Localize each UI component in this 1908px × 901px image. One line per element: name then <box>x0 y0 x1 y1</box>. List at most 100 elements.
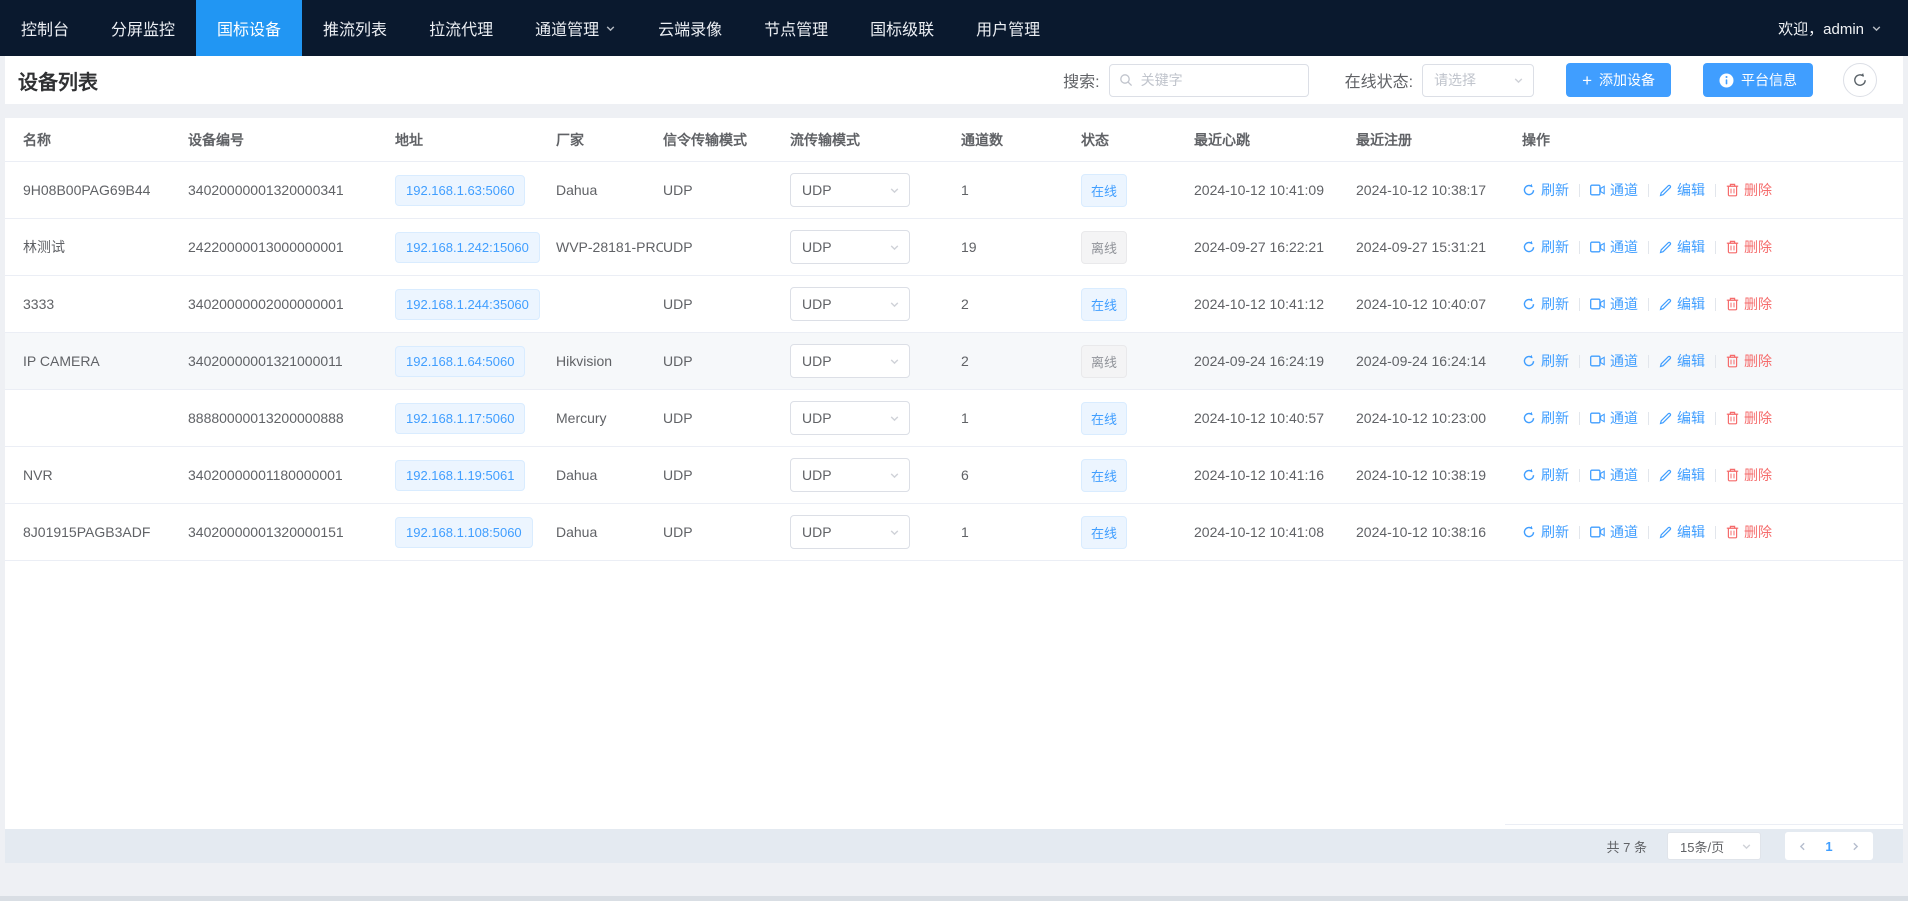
edit-action-button[interactable]: 编辑 <box>1659 351 1705 371</box>
address-tag[interactable]: 192.168.1.244:35060 <box>395 289 540 320</box>
search-label: 搜索: <box>1063 68 1099 92</box>
edit-action-button[interactable]: 编辑 <box>1659 294 1705 314</box>
refresh-action-button[interactable]: 刷新 <box>1522 237 1569 257</box>
table-row: 林测试 24220000013000000001 192.168.1.242:1… <box>5 219 1903 276</box>
refresh-icon <box>1522 240 1536 254</box>
nav-item-user-management[interactable]: 用户管理 <box>955 0 1061 56</box>
delete-action-button[interactable]: 删除 <box>1726 180 1772 200</box>
chevron-down-icon <box>1741 841 1752 852</box>
stream-mode-select[interactable]: UDP <box>790 515 910 549</box>
nav-item-cloud-recording[interactable]: 云端录像 <box>637 0 743 56</box>
action-divider <box>1648 469 1649 482</box>
stream-mode-select[interactable]: UDP <box>790 230 910 264</box>
delete-action-button[interactable]: 删除 <box>1726 465 1772 485</box>
name-cell: 3333 <box>23 296 188 312</box>
column-header-register: 最近注册 <box>1356 130 1522 150</box>
edit-icon <box>1659 298 1672 311</box>
edit-action-button[interactable]: 编辑 <box>1659 237 1705 257</box>
manufacturer-cell: Dahua <box>556 182 663 198</box>
page-size-select[interactable]: 15条/页 <box>1667 832 1761 860</box>
name-cell: 8J01915PAGB3ADF <box>23 524 188 540</box>
stream-mode-select[interactable]: UDP <box>790 458 910 492</box>
refresh-icon <box>1522 525 1536 539</box>
channel-action-button[interactable]: 通道 <box>1590 180 1638 200</box>
nav-item-console[interactable]: 控制台 <box>0 0 90 56</box>
nav-item-pull-stream-proxy[interactable]: 拉流代理 <box>408 0 514 56</box>
platform-info-button[interactable]: 平台信息 <box>1703 63 1813 97</box>
table-header-row: 名称 设备编号 地址 厂家 信令传输模式 流传输模式 通道数 状态 最近心跳 最… <box>5 118 1903 162</box>
channel-action-button[interactable]: 通道 <box>1590 294 1638 314</box>
channel-action-button[interactable]: 通道 <box>1590 408 1638 428</box>
refresh-action-button[interactable]: 刷新 <box>1522 522 1569 542</box>
action-divider <box>1579 355 1580 368</box>
signal-mode-cell: UDP <box>663 296 790 312</box>
refresh-action-button[interactable]: 刷新 <box>1522 294 1569 314</box>
toolbar: 设备列表 搜索: 在线状态: 请选择 + 添加设备 平台信息 <box>5 56 1903 104</box>
channel-action-button[interactable]: 通道 <box>1590 465 1638 485</box>
nav-item-gb-cascade[interactable]: 国标级联 <box>849 0 955 56</box>
online-status-select[interactable]: 请选择 <box>1422 64 1534 97</box>
stream-mode-select[interactable]: UDP <box>790 287 910 321</box>
refresh-action-button[interactable]: 刷新 <box>1522 180 1569 200</box>
status-tag: 在线 <box>1081 174 1127 207</box>
nav-item-node-management[interactable]: 节点管理 <box>743 0 849 56</box>
refresh-list-button[interactable] <box>1843 63 1877 97</box>
device-id-cell: 34020000001321000011 <box>188 353 395 369</box>
next-page-button[interactable] <box>1850 841 1861 852</box>
delete-icon <box>1726 297 1739 311</box>
stream-mode-select[interactable]: UDP <box>790 344 910 378</box>
chevron-down-icon <box>889 299 900 310</box>
nav-item-split-screen[interactable]: 分屏监控 <box>90 0 196 56</box>
address-tag[interactable]: 192.168.1.63:5060 <box>395 175 525 206</box>
nav-item-gb-devices[interactable]: 国标设备 <box>196 0 302 56</box>
delete-icon <box>1726 354 1739 368</box>
edit-action-button[interactable]: 编辑 <box>1659 522 1705 542</box>
signal-mode-cell: UDP <box>663 524 790 540</box>
plus-icon: + <box>1582 72 1592 89</box>
action-divider <box>1648 412 1649 425</box>
column-header-status: 状态 <box>1081 130 1194 150</box>
refresh-action-button[interactable]: 刷新 <box>1522 351 1569 371</box>
edit-icon <box>1659 469 1672 482</box>
edit-action-button[interactable]: 编辑 <box>1659 408 1705 428</box>
delete-action-button[interactable]: 删除 <box>1726 408 1772 428</box>
delete-action-button[interactable]: 删除 <box>1726 351 1772 371</box>
delete-action-button[interactable]: 删除 <box>1726 294 1772 314</box>
delete-action-button[interactable]: 删除 <box>1726 237 1772 257</box>
stream-mode-select[interactable]: UDP <box>790 401 910 435</box>
channel-action-button[interactable]: 通道 <box>1590 237 1638 257</box>
prev-page-button[interactable] <box>1797 841 1808 852</box>
nav-item-channel-management[interactable]: 通道管理 <box>514 0 637 56</box>
page-title: 设备列表 <box>18 66 98 95</box>
action-divider <box>1579 526 1580 539</box>
user-menu[interactable]: 欢迎，admin <box>1778 0 1908 56</box>
signal-mode-cell: UDP <box>663 353 790 369</box>
column-header-manufacturer: 厂家 <box>556 130 663 150</box>
address-tag[interactable]: 192.168.1.108:5060 <box>395 517 533 548</box>
stream-mode-select[interactable]: UDP <box>790 173 910 207</box>
address-tag[interactable]: 192.168.1.64:5060 <box>395 346 525 377</box>
device-id-cell: 88880000013200000888 <box>188 410 395 426</box>
heartbeat-cell: 2024-10-12 10:41:08 <box>1194 524 1356 540</box>
action-divider <box>1648 355 1649 368</box>
add-device-button[interactable]: + 添加设备 <box>1566 63 1671 97</box>
column-header-name: 名称 <box>23 130 188 150</box>
refresh-action-button[interactable]: 刷新 <box>1522 408 1569 428</box>
page-number[interactable]: 1 <box>1825 839 1832 854</box>
edit-action-button[interactable]: 编辑 <box>1659 180 1705 200</box>
edit-action-button[interactable]: 编辑 <box>1659 465 1705 485</box>
address-tag[interactable]: 192.168.1.17:5060 <box>395 403 525 434</box>
refresh-action-button[interactable]: 刷新 <box>1522 465 1569 485</box>
address-tag[interactable]: 192.168.1.19:5061 <box>395 460 525 491</box>
address-tag[interactable]: 192.168.1.242:15060 <box>395 232 540 263</box>
delete-icon <box>1726 468 1739 482</box>
info-icon <box>1719 73 1734 88</box>
status-tag: 在线 <box>1081 402 1127 435</box>
delete-action-button[interactable]: 删除 <box>1726 522 1772 542</box>
search-input[interactable] <box>1109 64 1309 97</box>
row-actions: 刷新 通道 编辑 删除 <box>1522 237 1903 257</box>
channel-action-button[interactable]: 通道 <box>1590 351 1638 371</box>
channel-action-button[interactable]: 通道 <box>1590 522 1638 542</box>
nav-item-push-stream-list[interactable]: 推流列表 <box>302 0 408 56</box>
manufacturer-cell: WVP-28181-PRO <box>556 239 663 255</box>
